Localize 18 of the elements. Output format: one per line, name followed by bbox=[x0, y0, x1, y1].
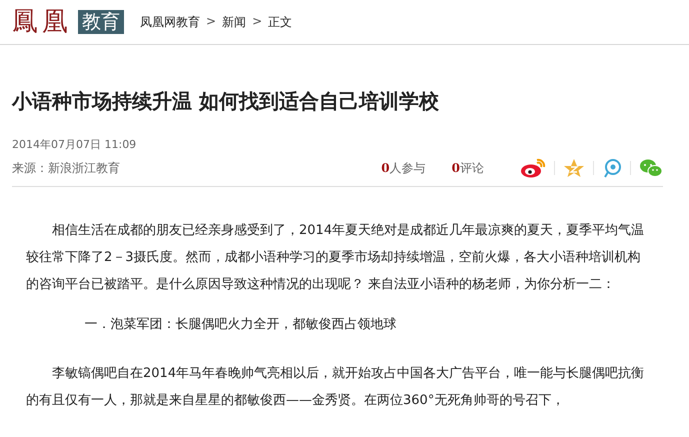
weibo-icon[interactable] bbox=[520, 158, 546, 178]
star-icon[interactable] bbox=[563, 158, 585, 178]
breadcrumb-link[interactable]: 凤凰网教育 bbox=[140, 14, 200, 30]
breadcrumb-link[interactable]: 正文 bbox=[268, 14, 292, 30]
channel-logo[interactable]: 教育 bbox=[78, 10, 124, 34]
article-source: 来源：新浪浙江教育 bbox=[12, 160, 121, 176]
breadcrumb-separator: > bbox=[206, 14, 216, 30]
breadcrumb-separator: > bbox=[252, 14, 262, 30]
body-paragraph: 李敏镐偶吧自在2014年马年春晚帅气亮相以后，就开始攻占中国各大广告平台，唯一能与长腿偶吧抗衡的有且仅有一人，那就是来自星星的都敏俊西——金秀贤。在两位360°无死角帅哥的号召下， bbox=[26, 365, 646, 410]
publish-date: 2014年07月07日 11:09 bbox=[12, 137, 138, 152]
breadcrumb-link[interactable]: 新闻 bbox=[222, 14, 246, 30]
section-heading: 一．泡菜军团：长腿偶吧火力全开，都敏俊西占领地球 bbox=[84, 316, 398, 334]
stat-link[interactable]: 0评论 bbox=[452, 160, 484, 176]
wechat-icon[interactable] bbox=[639, 158, 663, 178]
body-paragraph: 相信生活在成都的朋友已经亲身感受到了，2014年夏天绝对是成都近几年最凉爽的夏天，夏季平均气温较往常下降了2－3摄氏度。然而，成都小语种学习的夏季市场却持续增温，空前火爆，各大小语种培训机构的咨询平台已被踏平。是什么原因导致这种情况的出现呢？ 来自法亚小语种的杨老师，为你分析一二： bbox=[26, 222, 646, 294]
article-title: 小语种市场持续升温 如何找到适合自己培训学校 bbox=[12, 88, 440, 115]
stat-link[interactable]: 0人参与 bbox=[381, 160, 426, 176]
logo-brand[interactable]: 鳳凰 bbox=[12, 9, 72, 35]
